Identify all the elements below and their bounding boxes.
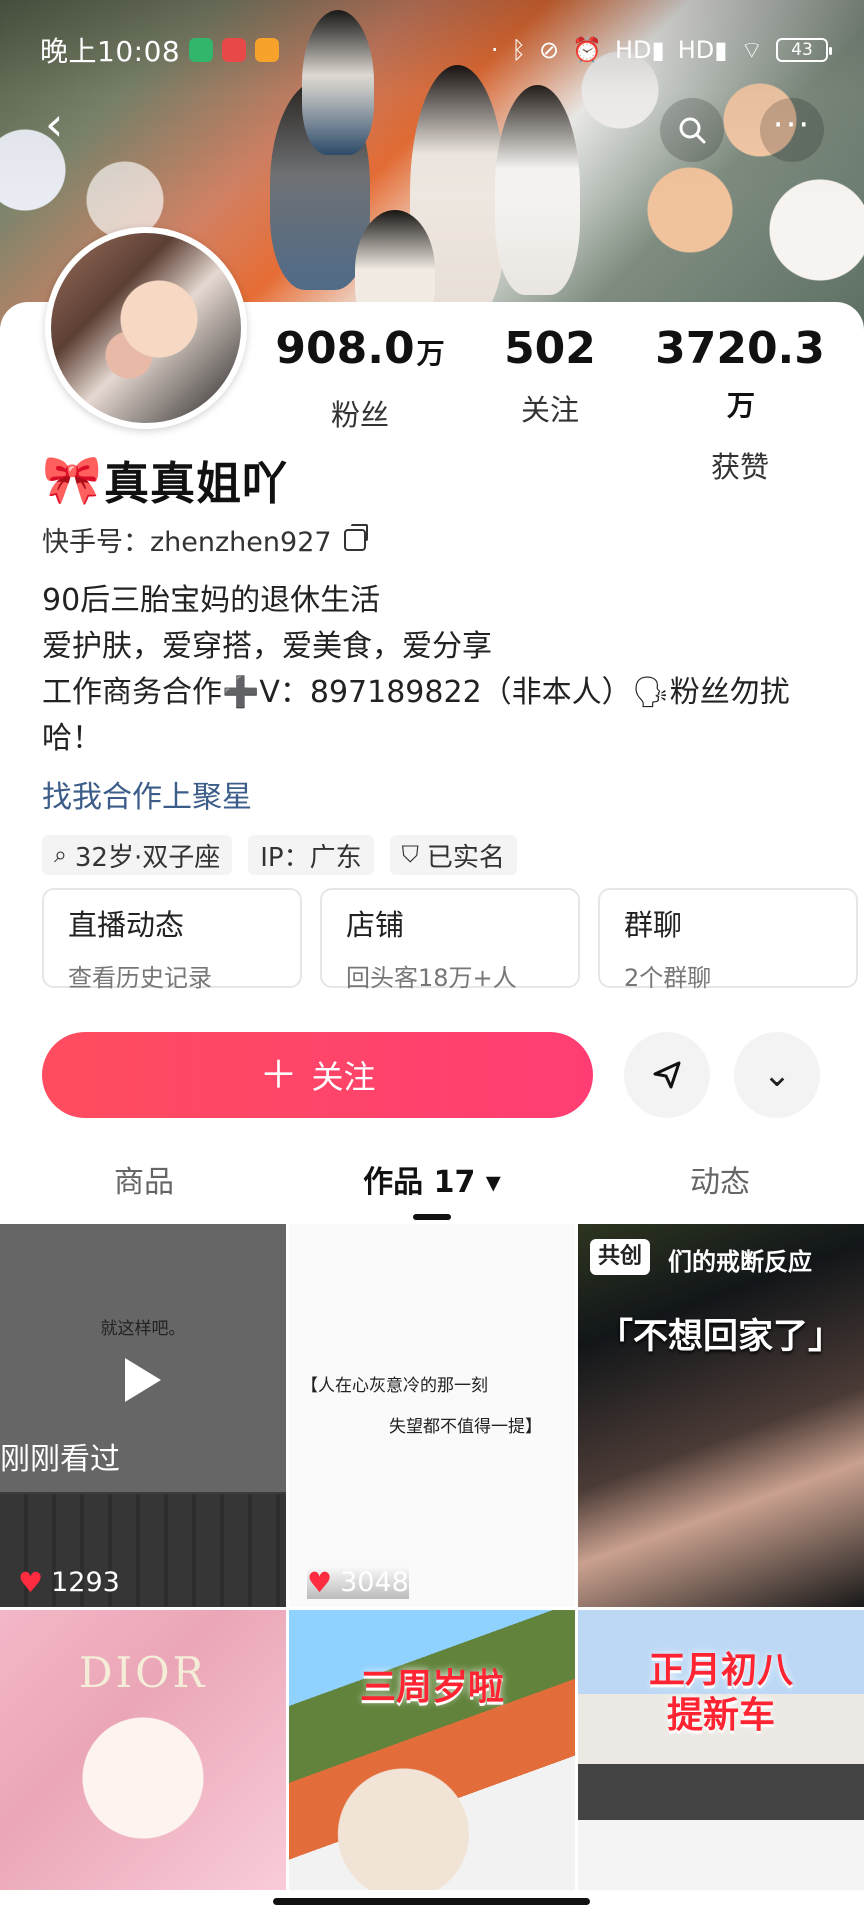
signal-icon: HD▮ <box>614 36 665 64</box>
likes-value: 3720.3 <box>655 323 825 374</box>
live-history-card[interactable]: 直播动态 查看历史记录 <box>42 888 302 992</box>
profile-id-row[interactable]: 快手号：zhenzhen927 <box>42 520 822 559</box>
search-icon <box>679 117 706 144</box>
group-chat-card[interactable]: 群聊 2个群聊 <box>598 888 858 992</box>
more-icon: ··· <box>772 105 812 145</box>
likes-unit: 万 <box>726 389 755 422</box>
signal-icon-2: HD▮ <box>677 36 728 64</box>
bio-line-1: 90后三胎宝妈的退休生活 <box>42 583 381 618</box>
video-quote-1: 【人在心灰意冷的那一刻 <box>301 1376 488 1396</box>
search-button[interactable] <box>660 98 724 162</box>
video-caption: 们的戒断反应 <box>668 1248 812 1276</box>
age-zodiac-text: 32岁·双子座 <box>74 842 221 873</box>
plus-icon: ＋ <box>259 1053 298 1097</box>
tab-works[interactable]: 作品 17 ▾ <box>288 1155 576 1220</box>
video-thumbnail[interactable]: DIOR <box>0 1610 286 1890</box>
status-time: 晚上10:08 <box>40 35 181 68</box>
tab-moments[interactable]: 动态 <box>576 1155 864 1220</box>
bio-line-4: 哈！ <box>42 721 102 756</box>
cooperate-link[interactable]: 找我合作上聚星 <box>42 772 822 816</box>
followers-value: 908.0 <box>275 323 415 374</box>
third-birthday-title: 三周岁啦 <box>359 1667 504 1708</box>
co-creation-badge: 共创 <box>590 1239 651 1275</box>
heart-icon: ♥ <box>307 1566 333 1599</box>
following-label: 关注 <box>520 393 579 427</box>
heart-icon: ♥ <box>18 1566 44 1599</box>
live-history-title: 直播动态 <box>68 908 185 942</box>
bio-line-3: 工作商务合作➕V：897189822（非本人）🗣粉丝勿扰 <box>42 675 790 710</box>
group-chat-subtitle: 2个群聊 <box>624 964 712 992</box>
chevron-down-icon: ⌄ <box>762 1055 792 1095</box>
age-zodiac-tag: ⌕ 32岁·双子座 <box>42 835 233 875</box>
video-likes: ♥ 1293 <box>18 1566 120 1599</box>
profile-id: 快手号：zhenzhen927 <box>42 527 332 558</box>
bluetooth-icon: ᛒ <box>511 36 526 64</box>
content-tabs: 商品 作品 17 ▾ 动态 <box>0 1155 864 1220</box>
live-history-subtitle: 查看历史记录 <box>68 964 212 992</box>
group-chat-title: 群聊 <box>624 908 683 942</box>
profile-bio: 90后三胎宝妈的退休生活 爱护肤，爱穿搭，爱美食，爱分享 工作商务合作➕V：89… <box>42 578 822 762</box>
zodiac-icon: ⌕ <box>54 842 67 868</box>
followers-label: 粉丝 <box>330 398 389 432</box>
video-likes: ♥ 3048 <box>307 1566 409 1599</box>
tab-goods[interactable]: 商品 <box>0 1155 288 1220</box>
dot-icon: · <box>490 36 499 64</box>
new-car-title: 正月初八 提新车 <box>648 1650 793 1736</box>
profile-tags: ⌕ 32岁·双子座 IP：广东 ⛉ 已实名 <box>42 835 822 875</box>
home-indicator[interactable] <box>273 1898 590 1905</box>
name-row: 🎀 真真姐吖 <box>42 450 822 510</box>
top-nav: ‹ ··· <box>0 90 864 162</box>
shop-subtitle: 回头客18万+人 <box>346 964 517 992</box>
verified-tag: ⛉ 已实名 <box>389 835 517 875</box>
feature-cards: 直播动态 查看历史记录 店铺 回头客18万+人 群聊 2个群聊 <box>42 888 864 992</box>
app-smile-icon <box>255 38 280 62</box>
video-top-text: 就这样吧。 <box>100 1319 186 1339</box>
mute-icon: ⊘ <box>538 36 560 64</box>
recently-watched-label: 刚刚看过 <box>0 1442 120 1477</box>
following-value: 502 <box>504 323 596 374</box>
verified-text: 已实名 <box>426 842 505 873</box>
follow-button[interactable]: ＋ 关注 <box>42 1032 593 1118</box>
more-button[interactable]: ··· <box>760 98 824 162</box>
profile-name: 真真姐吖 <box>104 456 289 510</box>
ip-tag: IP：广东 <box>248 835 374 875</box>
followers-unit: 万 <box>416 337 445 370</box>
message-button[interactable] <box>624 1032 710 1118</box>
video-grid: 就这样吧。 刚刚看过 ♥ 1293 【人在心灰意冷的那一刻 失望都不值得一提】 ♥… <box>0 1224 864 1890</box>
status-bar: 晚上10:08 · ᛒ ⊘ ⏰ HD▮ HD▮ ⌔ 43 <box>40 28 832 72</box>
avatar[interactable] <box>45 227 247 429</box>
video-quote-2: 失望都不值得一提】 <box>389 1417 542 1437</box>
bio-line-2: 爱护肤，爱穿搭，爱美食，爱分享 <box>42 629 492 664</box>
send-icon <box>653 1061 681 1089</box>
shop-title: 店铺 <box>346 908 405 942</box>
video-thumbnail[interactable]: 共创 们的戒断反应 「不想回家了」 <box>578 1224 864 1607</box>
copy-icon[interactable] <box>343 523 368 551</box>
back-button[interactable]: ‹ <box>45 101 83 150</box>
play-icon <box>125 1358 161 1402</box>
bow-icon: 🎀 <box>42 451 102 508</box>
video-thumbnail[interactable]: 就这样吧。 刚刚看过 ♥ 1293 <box>0 1224 286 1607</box>
video-thumbnail[interactable]: 三周岁啦 <box>289 1610 575 1890</box>
tab-works-label: 作品 17 <box>363 1165 476 1200</box>
battery-icon: 43 <box>776 38 832 62</box>
shop-card[interactable]: 店铺 回头客18万+人 <box>320 888 580 992</box>
verified-icon: ⛉ <box>401 842 419 868</box>
video-thumbnail[interactable]: 【人在心灰意冷的那一刻 失望都不值得一提】 ♥ 3048 <box>289 1224 575 1607</box>
follow-label: 关注 <box>311 1058 376 1096</box>
wifi-icon: ⌔ <box>740 36 763 64</box>
app-shield-icon <box>189 38 214 62</box>
expand-button[interactable]: ⌄ <box>734 1032 820 1118</box>
app-notification-icon <box>222 38 247 62</box>
video-thumbnail[interactable]: 正月初八 提新车 <box>578 1610 864 1890</box>
profile-info: 🎀 真真姐吖 快手号：zhenzhen927 90后三胎宝妈的退休生活 爱护肤，… <box>42 450 822 875</box>
alarm-icon: ⏰ <box>572 36 602 64</box>
dior-brand-text: DIOR <box>78 1648 208 1697</box>
video-overlay-text: 「不想回家了」 <box>598 1317 844 1357</box>
dropdown-icon: ▾ <box>485 1165 501 1200</box>
ip-text: IP：广东 <box>260 842 362 873</box>
